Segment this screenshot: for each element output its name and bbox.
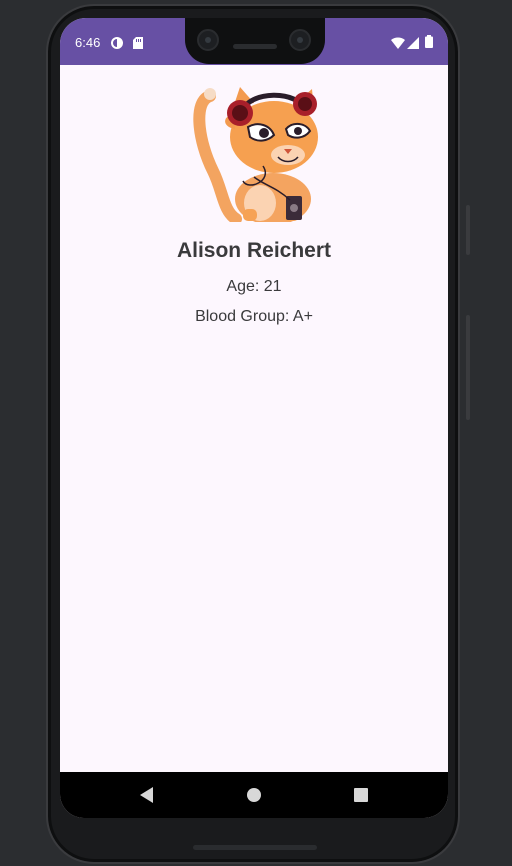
- recents-icon[interactable]: [354, 788, 368, 802]
- sd-card-icon: [133, 36, 143, 54]
- home-icon[interactable]: [247, 788, 261, 802]
- status-time: 6:46: [75, 35, 101, 50]
- bottom-speaker: [193, 845, 317, 850]
- back-icon[interactable]: [140, 787, 153, 808]
- device-screen: 6:46 Alison Reichert Age: 21 Blood Group…: [60, 18, 448, 818]
- profile-age: Age: 21: [226, 278, 282, 295]
- status-bar: 6:46: [60, 18, 448, 65]
- cat-with-headphones-avatar: [188, 81, 323, 225]
- signal-icon: [407, 36, 419, 54]
- camera-notch: [185, 18, 325, 64]
- earpiece: [233, 44, 277, 49]
- profile-name: Alison Reichert: [176, 239, 332, 262]
- navigation-bar: [60, 772, 448, 818]
- profile-screen: Alison Reichert Age: 21 Blood Group: A+: [60, 65, 448, 772]
- front-camera: [197, 29, 219, 51]
- profile-blood-group: Blood Group: A+: [195, 308, 313, 325]
- front-sensor: [289, 29, 311, 51]
- battery-icon: [425, 35, 433, 53]
- volume-button[interactable]: [466, 315, 470, 420]
- power-button[interactable]: [466, 205, 470, 255]
- data-saver-icon: [111, 36, 123, 54]
- wifi-icon: [391, 36, 405, 54]
